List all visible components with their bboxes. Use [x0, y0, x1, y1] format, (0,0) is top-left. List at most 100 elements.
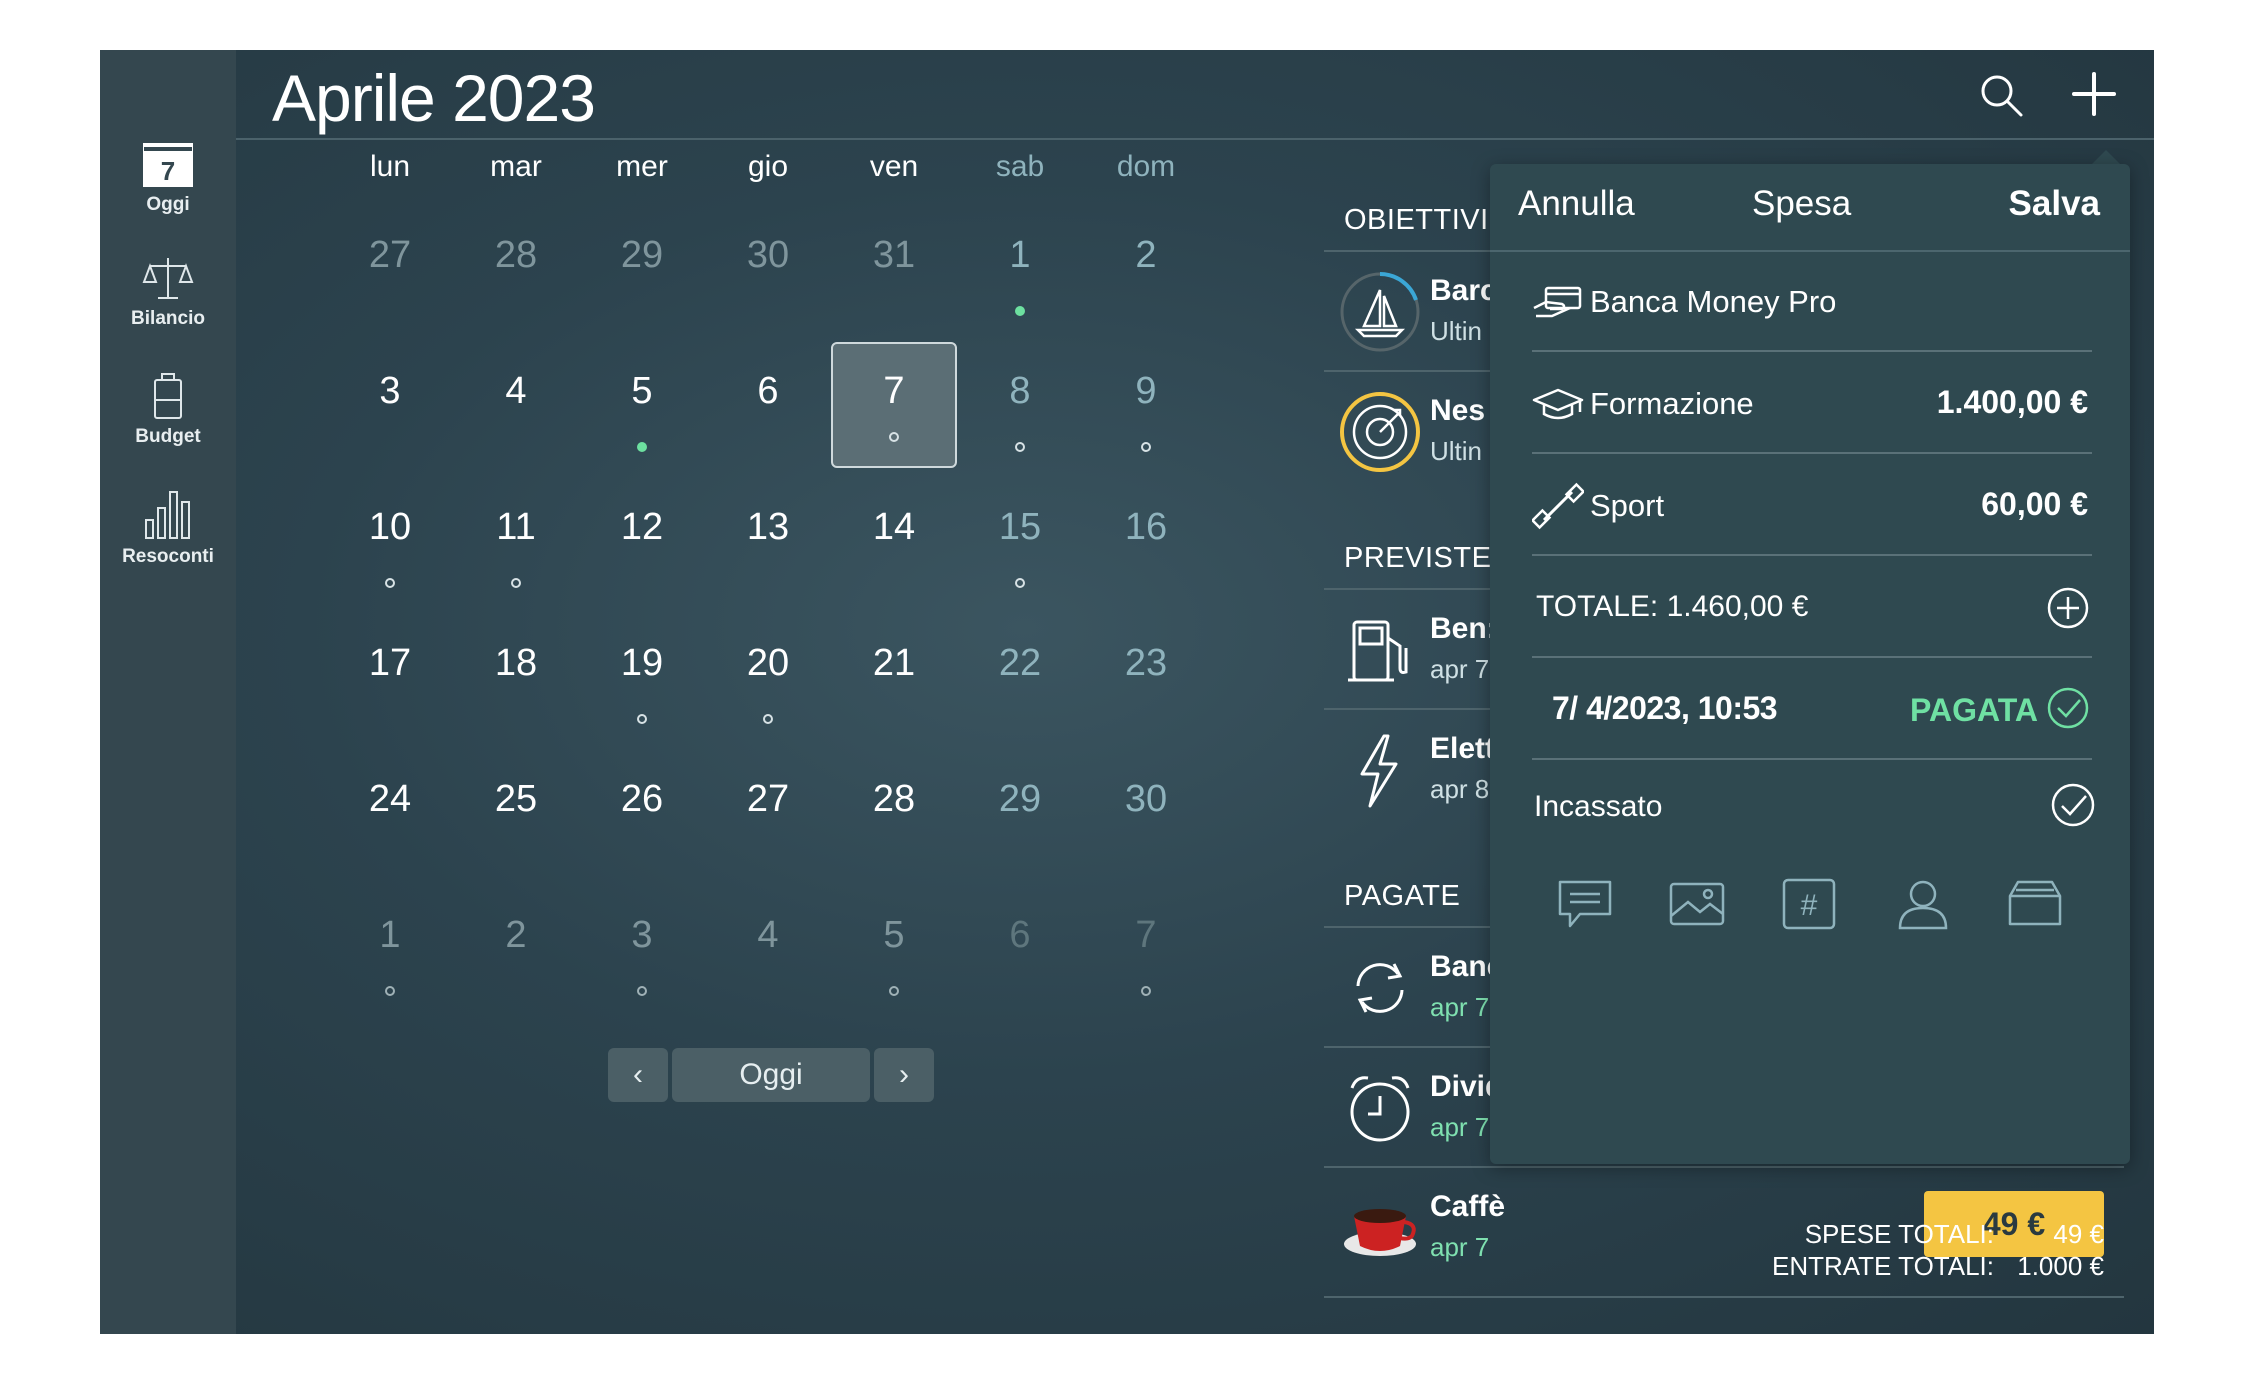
- card-icon[interactable]: [2006, 876, 2064, 932]
- calendar-day[interactable]: 25: [453, 750, 579, 876]
- calendar-day[interactable]: 20: [705, 614, 831, 740]
- category-amount[interactable]: 60,00 €: [1981, 486, 2088, 523]
- sailboat-icon: [1340, 272, 1420, 352]
- calendar-day[interactable]: 10: [327, 478, 453, 604]
- next-month-button[interactable]: ›: [874, 1048, 934, 1102]
- person-icon[interactable]: [1894, 876, 1952, 932]
- total-row: TOTALE: 1.460,00 €: [1532, 558, 2092, 658]
- svg-text:#: #: [1801, 889, 1818, 922]
- search-icon[interactable]: [1978, 72, 2024, 118]
- calendar-day[interactable]: 2: [453, 886, 579, 1012]
- calendar-day[interactable]: 1: [957, 206, 1083, 332]
- calendar-day[interactable]: 9: [1083, 342, 1209, 468]
- calendar-day[interactable]: 12: [579, 478, 705, 604]
- hashtag-icon[interactable]: #: [1780, 876, 1838, 932]
- comment-icon[interactable]: [1556, 876, 1614, 932]
- calendar-day[interactable]: 5: [579, 342, 705, 468]
- item-subtitle: apr 7: [1430, 1112, 1490, 1142]
- sidebar-item-today[interactable]: 7 Oggi: [100, 142, 236, 216]
- transaction-dot: [385, 578, 395, 588]
- status-badge[interactable]: PAGATA: [1910, 692, 2038, 729]
- scales-icon: [142, 258, 194, 299]
- calendar-day[interactable]: 21: [831, 614, 957, 740]
- sidebar-item-budget[interactable]: Budget: [100, 372, 236, 448]
- transaction-date[interactable]: 7/ 4/2023, 10:53: [1552, 690, 1778, 727]
- weekday-label: dom: [1116, 150, 1176, 183]
- account-row[interactable]: Banca Money Pro: [1532, 252, 2092, 352]
- calendar-day[interactable]: 8: [957, 342, 1083, 468]
- calendar-day[interactable]: 31: [831, 206, 957, 332]
- calendar-day[interactable]: 19: [579, 614, 705, 740]
- cancel-button[interactable]: Annulla: [1518, 184, 1635, 224]
- calendar-day[interactable]: 6: [705, 342, 831, 468]
- item-name: Caffè: [1430, 1190, 1506, 1223]
- date-row[interactable]: 7/ 4/2023, 10:53 PAGATA: [1532, 660, 2092, 760]
- category-amount[interactable]: 1.400,00 €: [1937, 384, 2088, 421]
- sidebar-item-reports[interactable]: Resoconti: [100, 488, 236, 568]
- calendar-day[interactable]: 13: [705, 478, 831, 604]
- calendar-day[interactable]: 22: [957, 614, 1083, 740]
- calendar-day[interactable]: 29: [957, 750, 1083, 876]
- calendar-day[interactable]: 28: [831, 750, 957, 876]
- section-title-goals: OBIETTIVI: [1344, 204, 1489, 236]
- calendar-day[interactable]: 14: [831, 478, 957, 604]
- calendar-day[interactable]: 23: [1083, 614, 1209, 740]
- calendar-day[interactable]: 27: [705, 750, 831, 876]
- calendar-day[interactable]: 15: [957, 478, 1083, 604]
- total-income-value: 1.000 €: [2017, 1251, 2104, 1281]
- calendar-day[interactable]: 2: [1083, 206, 1209, 332]
- expense-popover: Annulla Spesa Salva Banca Money Pro Form…: [1490, 164, 2130, 1164]
- item-subtitle: apr 8: [1430, 774, 1490, 804]
- calendar-day[interactable]: 26: [579, 750, 705, 876]
- calendar-day[interactable]: 16: [1083, 478, 1209, 604]
- check-circle-icon[interactable]: [2050, 782, 2096, 828]
- calendar-day[interactable]: 6: [957, 886, 1083, 1012]
- income-label: Incassato: [1534, 790, 1663, 823]
- today-button[interactable]: Oggi: [672, 1048, 870, 1102]
- add-circle-icon[interactable]: [2046, 586, 2090, 630]
- calendar-day[interactable]: 29: [579, 206, 705, 332]
- calendar-day[interactable]: 5: [831, 886, 957, 1012]
- calendar-day[interactable]: 4: [453, 342, 579, 468]
- plus-icon[interactable]: [2070, 70, 2118, 118]
- account-name: Banca Money Pro: [1590, 284, 1837, 319]
- category-row[interactable]: Formazione 1.400,00 €: [1532, 354, 2092, 454]
- transaction-dot: [889, 432, 899, 442]
- section-title-paid: PAGATE: [1344, 880, 1461, 912]
- weekday-label: lun: [369, 150, 411, 183]
- check-circle-icon[interactable]: [2046, 686, 2090, 730]
- calendar-day[interactable]: 3: [327, 342, 453, 468]
- calendar-day[interactable]: 28: [453, 206, 579, 332]
- save-button[interactable]: Salva: [2009, 184, 2100, 224]
- category-label: Sport: [1590, 488, 1665, 523]
- calendar-day[interactable]: 4: [705, 886, 831, 1012]
- transaction-dot: [511, 578, 521, 588]
- weekday-label: mer: [616, 150, 668, 183]
- category-row[interactable]: Sport 60,00 €: [1532, 456, 2092, 556]
- calendar-day[interactable]: 27: [327, 206, 453, 332]
- calendar-day-today[interactable]: 7: [831, 342, 957, 468]
- coffee-cup-icon: [1344, 1209, 1416, 1256]
- sidebar-item-balance[interactable]: Bilancio: [100, 254, 236, 330]
- graduation-cap-icon: [1532, 388, 1584, 420]
- calendar-day[interactable]: 30: [705, 206, 831, 332]
- calendar-day[interactable]: 1: [327, 886, 453, 1012]
- calendar-day[interactable]: 18: [453, 614, 579, 740]
- calendar-day[interactable]: 30: [1083, 750, 1209, 876]
- prev-month-button[interactable]: ‹: [608, 1048, 668, 1102]
- transaction-dot: [637, 986, 647, 996]
- refresh-icon: [1356, 963, 1404, 1013]
- image-icon[interactable]: [1668, 876, 1726, 932]
- sidebar-item-label: Resoconti: [122, 546, 214, 567]
- calendar-day[interactable]: 11: [453, 478, 579, 604]
- sidebar-item-label: Oggi: [146, 194, 190, 215]
- calendar-day[interactable]: 3: [579, 886, 705, 1012]
- item-subtitle: Ultin: [1430, 316, 1483, 346]
- item-subtitle: apr 7: [1430, 654, 1490, 684]
- calendar-day[interactable]: 17: [327, 614, 453, 740]
- calendar-day[interactable]: 24: [327, 750, 453, 876]
- battery-icon: [154, 373, 182, 419]
- calendar-day[interactable]: 7: [1083, 886, 1209, 1012]
- transaction-dot: [637, 442, 647, 452]
- popover-title: Spesa: [1752, 184, 1852, 223]
